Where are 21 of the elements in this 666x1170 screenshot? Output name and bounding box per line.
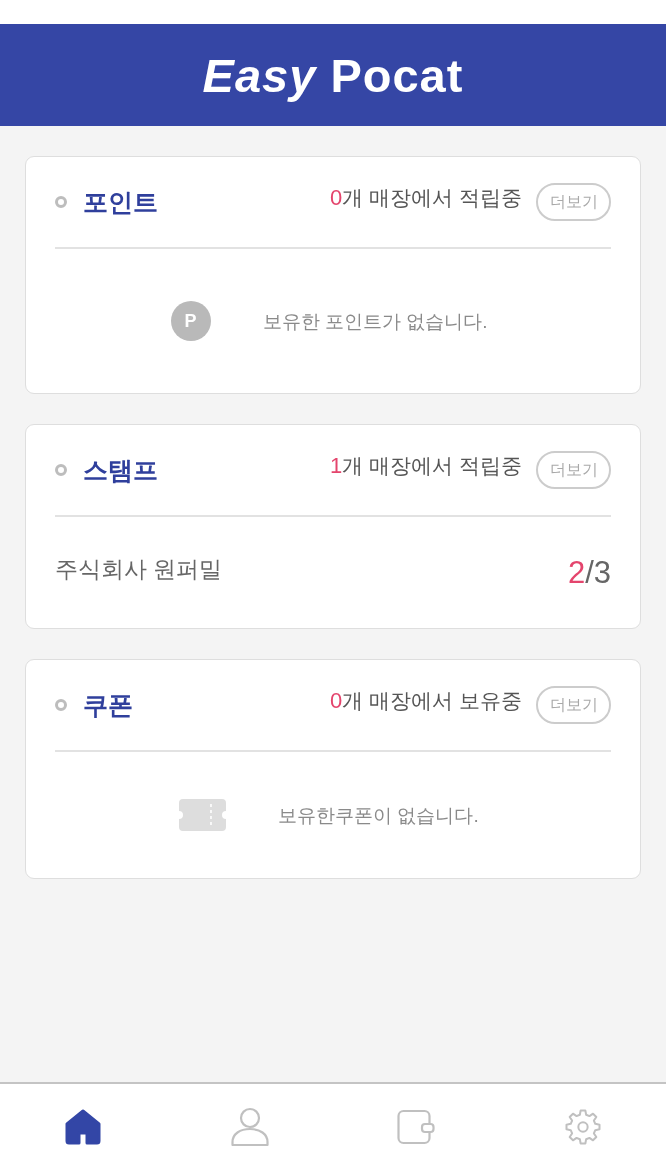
home-icon bbox=[64, 1109, 103, 1145]
card-title: 스탬프 bbox=[83, 457, 158, 483]
store-count-summary: 1개 매장에서 적립중 bbox=[330, 455, 522, 477]
bullet-icon bbox=[55, 699, 67, 711]
store-count-summary: 0개 매장에서 보유중 bbox=[330, 690, 522, 712]
card-title: 쿠폰 bbox=[83, 692, 133, 718]
more-button[interactable]: 더보기 bbox=[536, 686, 611, 724]
person-icon bbox=[229, 1107, 270, 1147]
points-icon: P bbox=[170, 301, 211, 341]
stamp-count: 2/3 bbox=[567, 557, 611, 588]
bullet-icon bbox=[55, 196, 67, 208]
more-button[interactable]: 더보기 bbox=[536, 183, 611, 221]
store-count-summary: 0개 매장에서 적립중 bbox=[330, 187, 522, 209]
store-name: 주식회사 원퍼밀 bbox=[55, 558, 223, 581]
more-button[interactable]: 더보기 bbox=[536, 451, 611, 489]
wallet-icon bbox=[397, 1109, 436, 1145]
ticket-icon bbox=[179, 799, 227, 831]
empty-message: 보유한쿠폰이 없습니다. bbox=[278, 805, 479, 825]
empty-message: 보유한 포인트가 없습니다. bbox=[262, 311, 488, 331]
bullet-icon bbox=[55, 464, 67, 476]
card-title: 포인트 bbox=[83, 189, 158, 215]
